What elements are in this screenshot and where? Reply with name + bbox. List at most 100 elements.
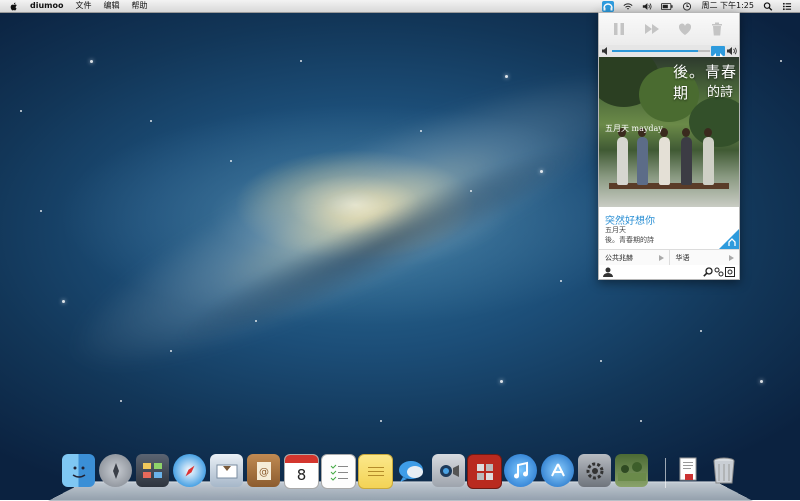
trash-icon[interactable]	[707, 454, 740, 487]
star	[90, 60, 93, 63]
apple-icon[interactable]	[10, 2, 18, 11]
cover-person	[617, 137, 628, 185]
pause-button[interactable]	[609, 19, 629, 39]
cover-person-head	[704, 128, 712, 137]
skip-icon	[645, 24, 659, 34]
star	[255, 320, 257, 322]
star	[300, 60, 302, 62]
trash-button[interactable]	[707, 19, 727, 39]
menu-app-name[interactable]: diumoo	[30, 0, 64, 12]
star	[700, 330, 702, 332]
cover-person	[659, 137, 670, 185]
clock-icon[interactable]	[682, 1, 692, 11]
safari-icon[interactable]	[173, 454, 206, 487]
cover-foliage	[689, 97, 739, 147]
star	[230, 160, 232, 162]
menu-file[interactable]: 文件	[76, 0, 92, 12]
user-icon[interactable]	[603, 267, 613, 277]
star	[150, 120, 152, 122]
star	[600, 360, 602, 362]
star	[540, 170, 543, 173]
preferences-icon[interactable]	[725, 267, 735, 277]
channel-play-icon[interactable]	[658, 255, 664, 261]
mission-control-icon[interactable]	[136, 454, 169, 487]
cover-person	[637, 137, 648, 185]
like-button[interactable]	[675, 19, 695, 39]
contacts-icon[interactable]: @	[247, 454, 280, 487]
documents-stack-icon[interactable]	[672, 454, 705, 487]
volume-knob[interactable]	[711, 46, 725, 59]
app-store-icon[interactable]	[541, 454, 574, 487]
photo-booth-icon[interactable]	[467, 454, 502, 489]
player-bottom-bar	[599, 265, 739, 279]
track-info: 突然好想你 五月天 後。青春期的詩	[599, 207, 739, 249]
notes-icon[interactable]	[358, 454, 393, 489]
star	[120, 400, 122, 402]
trash-icon	[712, 22, 722, 36]
diumoo-headphones-icon[interactable]	[602, 0, 615, 12]
cover-person	[703, 137, 714, 185]
calendar-icon[interactable]: 8	[284, 454, 319, 489]
star	[640, 420, 642, 422]
search-icon[interactable]	[703, 267, 713, 277]
itunes-icon[interactable]	[504, 454, 537, 487]
star	[470, 190, 472, 192]
mail-icon[interactable]	[210, 454, 243, 487]
skip-button[interactable]	[642, 19, 662, 39]
menu-clock[interactable]: 周二 下午1:25	[701, 0, 754, 12]
channel-chinese[interactable]: 华语	[668, 250, 740, 266]
wifi-icon[interactable]	[623, 2, 634, 11]
pause-icon	[614, 23, 624, 35]
volume-icon[interactable]	[642, 2, 653, 11]
volume-fill	[612, 50, 699, 52]
star	[170, 350, 172, 352]
reminders-icon[interactable]	[321, 454, 356, 489]
cover-person-head	[682, 128, 690, 137]
star	[420, 130, 422, 132]
facetime-icon[interactable]	[432, 454, 465, 487]
star	[380, 420, 382, 422]
cover-person	[681, 137, 692, 185]
star	[560, 280, 562, 282]
cover-band-logo: 五月天 mayday	[605, 124, 663, 133]
menu-bar-right: 周二 下午1:25	[602, 0, 792, 12]
diumoo-player-panel: 後。青春期 的詩 五月天 mayday 突然好想你 五月天 後。青春期的詩 公共…	[598, 12, 740, 280]
cover-title-text-2: 的詩	[707, 85, 734, 100]
channel-label: 华语	[675, 254, 690, 262]
artist-name: 五月天	[605, 226, 626, 234]
channel-label: 公共兆赫	[605, 254, 633, 262]
spotlight-icon[interactable]	[763, 1, 773, 11]
share-icon[interactable]	[714, 267, 724, 277]
dock: @ 8	[62, 454, 752, 490]
svg-text:@: @	[259, 467, 269, 478]
menu-bar-left: diumoo 文件 编辑 帮助	[10, 0, 148, 12]
channel-play-icon[interactable]	[729, 255, 734, 261]
volume-low-icon	[602, 47, 607, 55]
volume-high-icon	[727, 47, 737, 55]
finder-icon[interactable]	[62, 454, 95, 487]
menu-help[interactable]: 帮助	[132, 0, 148, 12]
battery-icon[interactable]	[661, 2, 674, 11]
dock-separator	[665, 458, 666, 488]
photo-stack-icon[interactable]	[615, 454, 648, 487]
album-name: 後。青春期的詩	[605, 236, 654, 244]
share-corner-icon	[728, 238, 736, 246]
star	[62, 300, 65, 303]
calendar-day: 8	[296, 465, 307, 484]
album-cover: 後。青春期 的詩 五月天 mayday	[599, 57, 739, 207]
star	[500, 380, 503, 383]
playback-controls	[599, 13, 739, 46]
star	[40, 210, 42, 212]
heart-icon	[678, 23, 692, 35]
star	[780, 60, 782, 62]
menu-edit[interactable]: 编辑	[104, 0, 120, 12]
system-preferences-icon[interactable]	[578, 454, 611, 487]
volume-track[interactable]	[612, 50, 710, 52]
launchpad-icon[interactable]	[99, 454, 132, 487]
star	[505, 75, 508, 78]
notification-list-icon[interactable]	[782, 2, 792, 11]
star	[760, 380, 763, 383]
messages-icon[interactable]	[395, 454, 428, 487]
star	[20, 110, 22, 112]
channel-public[interactable]: 公共兆赫	[599, 250, 669, 266]
